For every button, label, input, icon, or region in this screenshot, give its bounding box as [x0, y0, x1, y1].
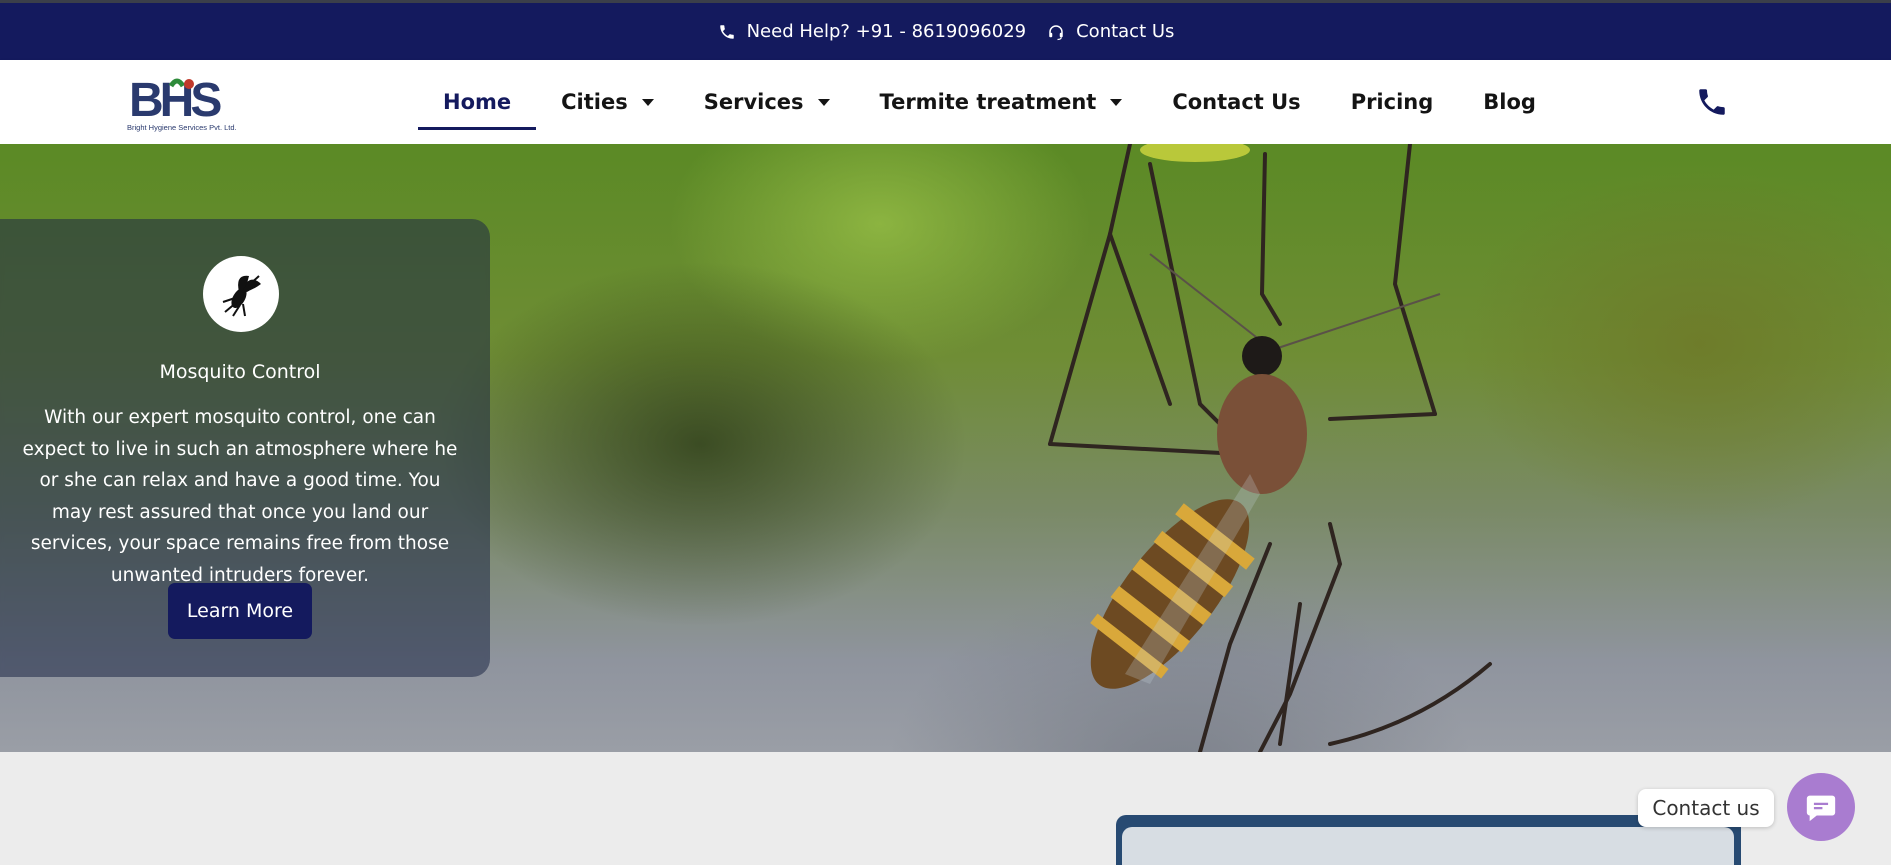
nav-phone-button[interactable]: [1693, 83, 1731, 121]
card-description: With our expert mosquito control, one ca…: [22, 407, 458, 586]
nav-item-pricing[interactable]: Pricing: [1326, 60, 1459, 144]
nav-label: Blog: [1483, 90, 1536, 114]
nav-label: Pricing: [1350, 90, 1434, 114]
top-contact-link[interactable]: Contact Us: [1046, 21, 1174, 42]
nav-item-contact-us[interactable]: Contact Us: [1147, 60, 1325, 144]
nav-label: Cities: [561, 90, 628, 114]
nav-label: Services: [703, 90, 804, 114]
phone-icon: [1699, 89, 1725, 115]
nav-item-services[interactable]: Services: [679, 60, 855, 144]
nav-label: Termite treatment: [879, 90, 1097, 114]
caret-down-icon: [817, 98, 830, 106]
top-bar: Need Help? +91 - 8619096029 Contact Us: [0, 0, 1891, 60]
chat-label[interactable]: Contact us: [1638, 789, 1774, 827]
nav-menu: Home Cities Services Termite treatment C…: [418, 60, 1561, 144]
site-logo[interactable]: BHS Bright Hygiene Services Pvt. Ltd.: [127, 72, 255, 134]
learn-more-button[interactable]: Learn More: [168, 583, 312, 639]
section-image-content: [1122, 827, 1734, 865]
nav-item-cities[interactable]: Cities: [536, 60, 679, 144]
headset-icon: [1046, 22, 1066, 42]
mosquito-icon: [203, 256, 279, 332]
main-navbar: BHS Bright Hygiene Services Pvt. Ltd. Ho…: [0, 60, 1891, 144]
nav-label: Contact Us: [1172, 90, 1301, 114]
nav-item-termite-treatment[interactable]: Termite treatment: [855, 60, 1148, 144]
nav-item-home[interactable]: Home: [418, 60, 537, 144]
service-card: Mosquito Control With our expert mosquit…: [0, 219, 490, 677]
help-phone[interactable]: Need Help? +91 - 8619096029: [717, 21, 1027, 42]
card-title: Mosquito Control: [159, 361, 321, 383]
hero-banner: Mosquito Control With our expert mosquit…: [0, 144, 1891, 752]
chat-icon: [1806, 795, 1836, 822]
caret-down-icon: [641, 98, 654, 106]
logo-tagline: Bright Hygiene Services Pvt. Ltd.: [127, 123, 237, 132]
caret-down-icon: [1110, 98, 1123, 106]
help-text: Need Help? +91 - 8619096029: [746, 21, 1027, 42]
phone-icon: [717, 22, 737, 42]
nav-item-blog[interactable]: Blog: [1458, 60, 1561, 144]
chat-widget-button[interactable]: [1787, 773, 1855, 841]
nav-label: Home: [443, 90, 512, 114]
top-contact-label: Contact Us: [1076, 21, 1175, 42]
